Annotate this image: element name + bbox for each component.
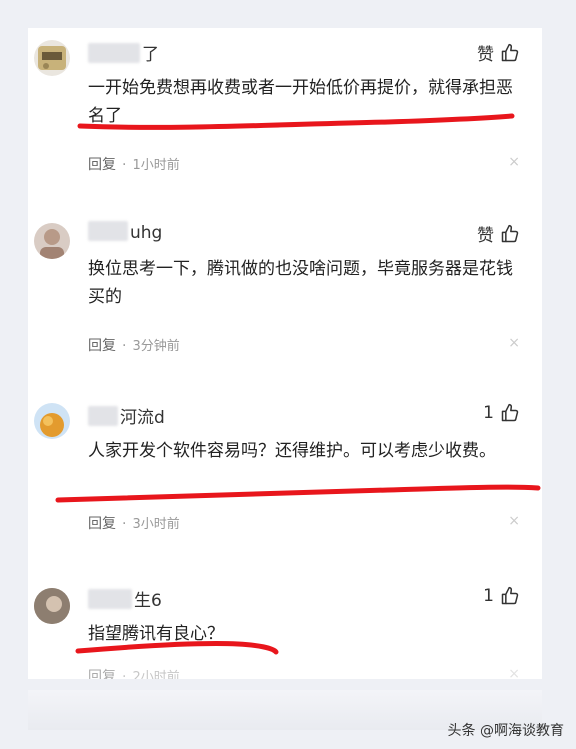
reply-button[interactable]: 回复 <box>88 516 116 532</box>
reply-button[interactable]: 回复 <box>88 157 116 173</box>
comment-item: 河流d 1 人家开发个软件容易吗？还得维护。可以考虑少收费。 回复 · 3小时前 × <box>28 403 542 533</box>
reply-button[interactable]: 回复 <box>88 669 116 679</box>
separator-dot: · <box>122 516 127 532</box>
comment-item: 生6 1 指望腾讯有良心？ 回复 · 2小时前 × <box>28 586 542 679</box>
comment-item: uhg 赞 换位思考一下，腾讯做的也没啥问题，毕竟服务器是花钱买的 回复 · 3分钟… <box>28 221 542 354</box>
comments-panel: 了 赞 一开始免费想再收费或者一开始低价再提价，就得承担恶名了 回复 · 1小时前 … <box>28 28 542 679</box>
reply-button[interactable]: 回复 <box>88 338 116 354</box>
username[interactable]: uhg <box>88 221 162 243</box>
separator-dot: · <box>122 338 127 354</box>
close-icon[interactable]: × <box>508 513 520 529</box>
avatar[interactable] <box>34 403 70 439</box>
comment-text: 人家开发个软件容易吗？还得维护。可以考虑少收费。 <box>88 441 496 461</box>
username[interactable]: 生6 <box>88 586 162 611</box>
avatar[interactable] <box>34 223 70 259</box>
thumbs-up-icon <box>501 403 519 422</box>
thumbs-up-icon <box>501 43 519 61</box>
separator-dot: · <box>122 157 127 173</box>
comment-text: 换位思考一下，腾讯做的也没啥问题，毕竟服务器是花钱买的 <box>88 259 513 307</box>
avatar[interactable] <box>34 588 70 624</box>
like-button[interactable]: 1 <box>483 403 520 423</box>
comment-meta: 回复 · 3分钟前 <box>88 335 180 355</box>
thumbs-up-icon <box>501 224 519 242</box>
watermark: 头条 @啊海谈教育 <box>447 723 564 739</box>
comment-item: 了 赞 一开始免费想再收费或者一开始低价再提价，就得承担恶名了 回复 · 1小时前 … <box>28 40 542 173</box>
comment-text: 指望腾讯有良心？ <box>88 624 224 644</box>
like-button[interactable]: 赞 <box>477 221 520 246</box>
comment-text: 一开始免费想再收费或者一开始低价再提价，就得承担恶名了 <box>88 78 513 126</box>
avatar[interactable] <box>34 40 70 76</box>
thumbs-up-icon <box>501 586 519 605</box>
username[interactable]: 河流d <box>88 403 165 428</box>
comment-meta: 回复 · 1小时前 <box>88 154 180 174</box>
comment-meta: 回复 · 2小时前 <box>88 666 180 679</box>
like-button[interactable]: 1 <box>483 586 520 606</box>
like-button[interactable]: 赞 <box>477 40 520 65</box>
comment-meta: 回复 · 3小时前 <box>88 513 180 533</box>
close-icon[interactable]: × <box>508 335 520 351</box>
timestamp: 3分钟前 <box>132 339 180 354</box>
close-icon[interactable]: × <box>508 154 520 170</box>
timestamp: 1小时前 <box>132 158 180 173</box>
separator-dot: · <box>122 669 127 679</box>
timestamp: 2小时前 <box>132 670 180 679</box>
username[interactable]: 了 <box>88 40 159 65</box>
close-icon[interactable]: × <box>508 666 520 679</box>
timestamp: 3小时前 <box>132 517 180 532</box>
